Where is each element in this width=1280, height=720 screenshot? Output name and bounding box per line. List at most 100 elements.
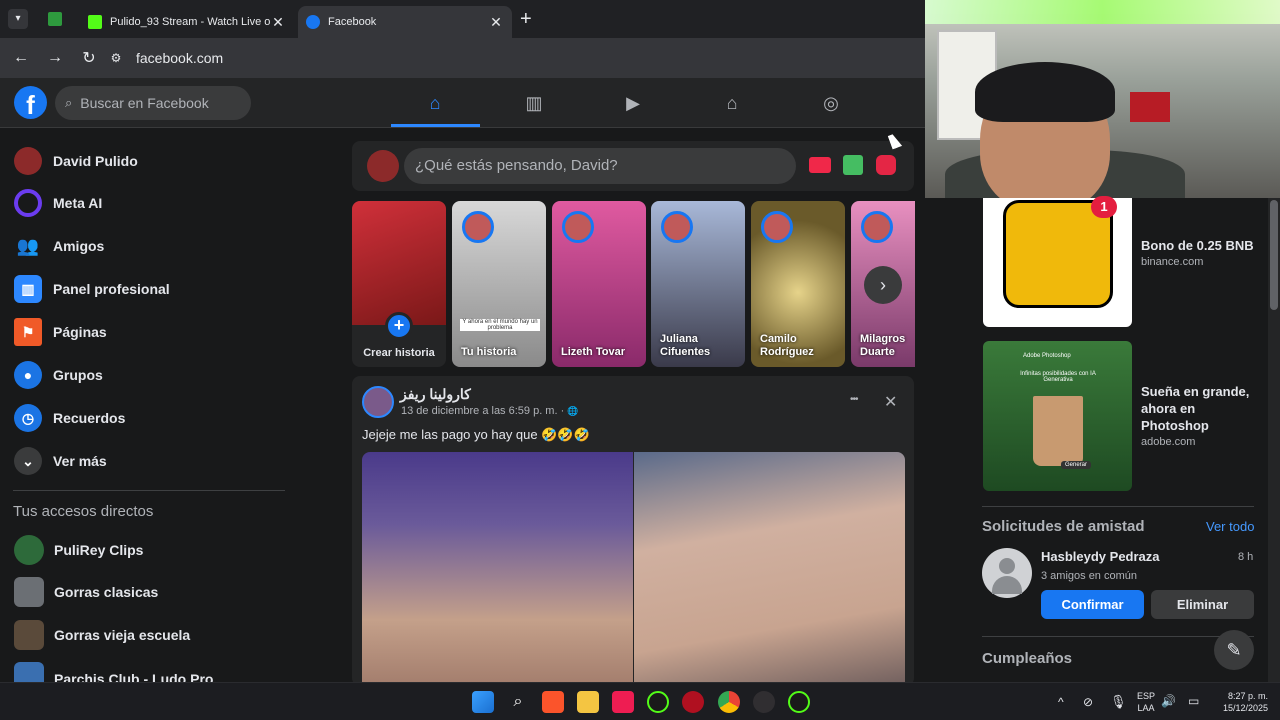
app-icon[interactable] bbox=[647, 691, 669, 713]
app-icon[interactable] bbox=[788, 691, 810, 713]
story-card[interactable]: Camilo Rodríguez bbox=[751, 201, 845, 367]
tiktok-icon[interactable] bbox=[612, 691, 634, 713]
sidebar-item-label: Panel profesional bbox=[53, 281, 170, 297]
video-icon[interactable]: ▶ bbox=[620, 90, 646, 116]
avatar[interactable] bbox=[982, 548, 1032, 598]
tab-title: Pulido_93 Stream - Watch Live on Kic bbox=[110, 16, 270, 28]
shortcut-item[interactable]: Gorras vieja escuela bbox=[14, 617, 190, 653]
ad-title[interactable]: Bono de 0.25 BNB bbox=[1141, 237, 1261, 254]
shortcut-item[interactable]: Parchis Club - Ludo Pro bbox=[14, 662, 213, 682]
post-image-right[interactable] bbox=[634, 452, 905, 686]
gaming-icon[interactable]: ◎ bbox=[818, 90, 844, 116]
search-icon[interactable]: ⌕ bbox=[507, 691, 529, 713]
search-placeholder: Buscar en Facebook bbox=[80, 95, 209, 111]
facebook-logo[interactable]: f bbox=[14, 86, 47, 120]
tab-title: Facebook bbox=[328, 16, 377, 28]
post-timestamp[interactable]: 13 de diciembre a las 6:59 p. m. · bbox=[401, 405, 567, 417]
ad-image-photoshop[interactable]: Adobe Photoshop Infinitas posibilidades … bbox=[983, 341, 1132, 491]
language-indicator[interactable]: ESP LAA bbox=[1134, 690, 1158, 714]
scrollbar-thumb[interactable] bbox=[1270, 200, 1278, 310]
new-tab-button[interactable]: + bbox=[520, 8, 532, 31]
post-author[interactable]: كارولينا ريفز bbox=[400, 386, 471, 403]
meta-ai-icon bbox=[14, 189, 42, 217]
marketplace-icon[interactable]: ⌂ bbox=[719, 90, 745, 116]
story-name: Camilo Rodríguez bbox=[760, 333, 814, 358]
plus-icon[interactable]: + bbox=[385, 312, 413, 340]
app-icon[interactable] bbox=[682, 691, 704, 713]
live-video-icon[interactable] bbox=[809, 157, 831, 173]
story-name: Lizeth Tovar bbox=[561, 346, 625, 358]
post-image-left[interactable] bbox=[362, 452, 633, 686]
confirm-button[interactable]: Confirmar bbox=[1041, 590, 1144, 619]
chrome-icon[interactable] bbox=[718, 691, 740, 713]
close-icon[interactable]: ✕ bbox=[884, 392, 897, 412]
site-info-icon[interactable]: ⚙ bbox=[106, 51, 126, 65]
dashboard-icon[interactable]: ▥ bbox=[521, 90, 547, 116]
avatar bbox=[367, 150, 399, 182]
fb-top-nav: f ⌕ Buscar en Facebook ⌂ ▥ ▶ ⌂ ◎ bbox=[0, 78, 925, 128]
keyboard-layout: LAA bbox=[1137, 703, 1155, 713]
back-icon[interactable]: ← bbox=[4, 49, 38, 67]
story-card[interactable]: Juliana Cifuentes bbox=[651, 201, 745, 367]
composer-input[interactable]: ¿Qué estás pensando, David? bbox=[404, 148, 796, 184]
display-icon[interactable]: ▭ bbox=[1188, 694, 1199, 708]
shortcut-item[interactable]: Gorras clasicas bbox=[14, 574, 158, 610]
stories-next-button[interactable]: › bbox=[864, 266, 902, 304]
chevron-up-icon[interactable]: ^ bbox=[1058, 695, 1064, 709]
windows-start-icon[interactable] bbox=[472, 691, 494, 713]
friend-requests-header: Solicitudes de amistad bbox=[982, 518, 1145, 535]
forward-icon[interactable]: → bbox=[38, 49, 72, 67]
avatar bbox=[861, 211, 893, 243]
more-options-icon[interactable]: ••• bbox=[850, 394, 858, 405]
sidebar-item-meta-ai[interactable]: Meta AI bbox=[14, 185, 102, 221]
sidebar-item-label: David Pulido bbox=[53, 153, 138, 169]
sidebar-item-dashboard[interactable]: ▥ Panel profesional bbox=[14, 271, 170, 307]
home-icon[interactable]: ⌂ bbox=[422, 90, 448, 116]
search-input[interactable]: ⌕ Buscar en Facebook bbox=[55, 86, 251, 120]
ad-overlay-title: Adobe Photoshop bbox=[1023, 353, 1071, 359]
obs-icon[interactable] bbox=[753, 691, 775, 713]
ad-image-binance[interactable]: 1 bbox=[983, 196, 1132, 327]
photo-icon[interactable] bbox=[843, 155, 863, 175]
friend-request-name[interactable]: Hasbleydy Pedraza bbox=[1041, 549, 1160, 564]
tab-facebook[interactable]: Facebook ✕ bbox=[298, 6, 512, 38]
ad-domain: adobe.com bbox=[1141, 436, 1196, 448]
story-name: Crear historia bbox=[363, 347, 435, 359]
speaker-icon[interactable]: 🔊 bbox=[1161, 694, 1176, 708]
sidebar-item-friends[interactable]: 👥 Amigos bbox=[14, 228, 105, 264]
sidebar-item-label: Ver más bbox=[53, 453, 107, 469]
story-create[interactable]: + Crear historia bbox=[352, 201, 446, 367]
reload-icon[interactable]: ↻ bbox=[72, 48, 106, 68]
ad-overlay-subtitle: Infinitas posibilidades con IA Generativ… bbox=[1020, 371, 1096, 383]
tab-kick-stream[interactable]: Pulido_93 Stream - Watch Live on Kic ✕ bbox=[80, 6, 294, 38]
see-all-link[interactable]: Ver todo bbox=[1206, 519, 1254, 534]
webcam-overlay bbox=[925, 0, 1280, 198]
ad-title[interactable]: Sueña en grande, ahora en Photoshop bbox=[1141, 383, 1261, 434]
clock[interactable]: 8:27 p. m. 15/12/2025 bbox=[1212, 690, 1268, 714]
url-field[interactable]: facebook.com bbox=[136, 50, 223, 66]
shortcut-thumbnail bbox=[14, 577, 44, 607]
sidebar-item-label: Grupos bbox=[53, 367, 103, 383]
network-icon[interactable]: ⊘ bbox=[1083, 695, 1093, 709]
shortcut-item[interactable]: PuliRey Clips bbox=[14, 532, 143, 568]
delete-button[interactable]: Eliminar bbox=[1151, 590, 1254, 619]
sidebar-item-profile[interactable]: David Pulido bbox=[14, 143, 138, 179]
reel-icon[interactable] bbox=[876, 155, 896, 175]
close-tab-icon[interactable]: ✕ bbox=[488, 14, 504, 31]
sidebar-item-groups[interactable]: ● Grupos bbox=[14, 357, 103, 393]
sidebar-divider bbox=[13, 490, 285, 491]
new-message-icon[interactable]: ✎ bbox=[1214, 630, 1254, 670]
story-card[interactable]: Y ahora en el mundo hay un problema Tu h… bbox=[452, 201, 546, 367]
sidebar-item-pages[interactable]: ⚑ Páginas bbox=[14, 314, 107, 350]
folder-icon[interactable] bbox=[577, 691, 599, 713]
shortcut-label: Gorras vieja escuela bbox=[54, 627, 191, 643]
avatar[interactable] bbox=[362, 386, 394, 418]
grid-icon[interactable] bbox=[48, 12, 62, 26]
brave-icon[interactable] bbox=[542, 691, 564, 713]
sidebar-item-memories[interactable]: ◷ Recuerdos bbox=[14, 400, 125, 436]
tab-search-button[interactable]: ▾ bbox=[8, 9, 28, 29]
microphone-icon[interactable]: 🎙 bbox=[1110, 694, 1127, 710]
sidebar-item-see-more[interactable]: ⌄ Ver más bbox=[14, 443, 107, 479]
story-card[interactable]: Lizeth Tovar bbox=[552, 201, 646, 367]
close-tab-icon[interactable]: ✕ bbox=[270, 14, 286, 31]
